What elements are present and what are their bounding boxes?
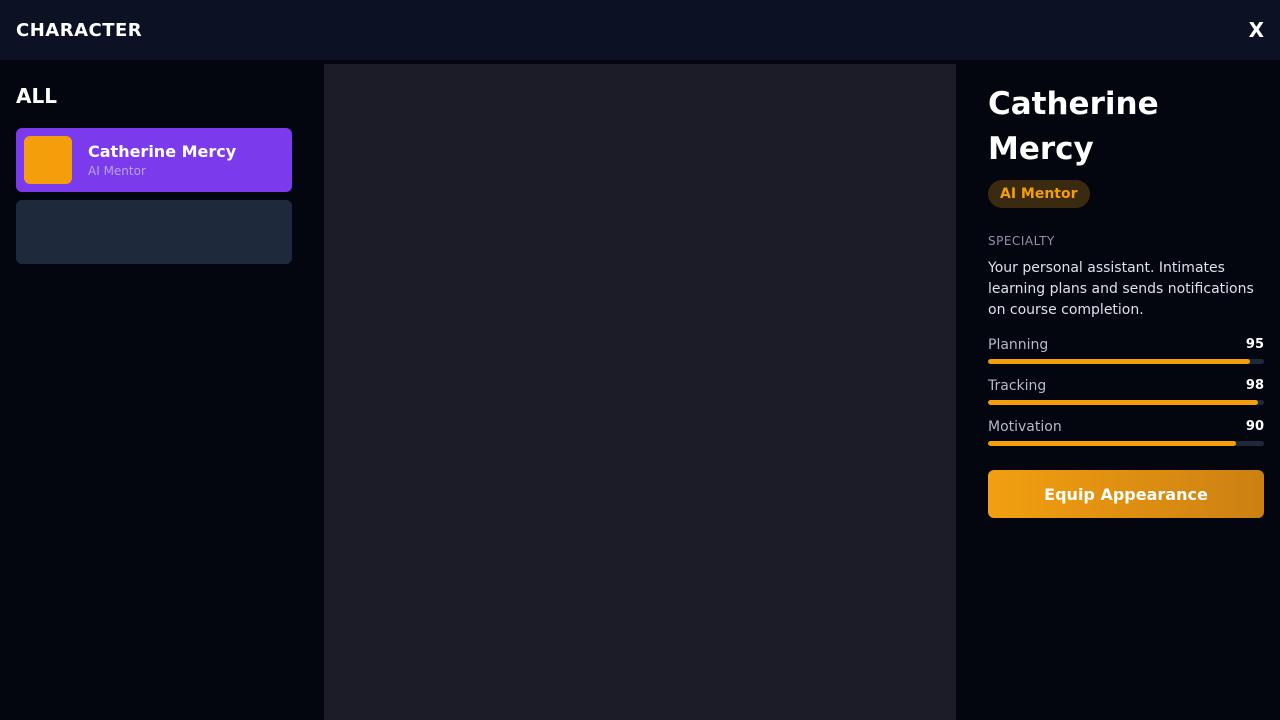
character-detail-panel: Catherine Mercy AI Mentor SPECIALTY Your…: [956, 64, 1280, 720]
character-card-role: AI Mentor: [88, 164, 146, 178]
stat-bar-track: [988, 441, 1264, 446]
specialty-description: Your personal assistant. Intimates learn…: [988, 260, 1254, 318]
character-card-catherine-mercy[interactable]: Catherine Mercy AI Mentor: [16, 128, 292, 192]
character-name: Catherine Mercy: [988, 86, 1159, 167]
stat-tracking: Tracking 98: [988, 378, 1264, 405]
close-button[interactable]: X: [1249, 18, 1264, 42]
stat-label: Tracking: [988, 378, 1047, 394]
equip-appearance-button[interactable]: Equip Appearance: [988, 470, 1264, 518]
character-card-text: Catherine Mercy AI Mentor: [88, 142, 236, 178]
stat-label: Planning: [988, 337, 1049, 353]
role-badge: AI Mentor: [988, 180, 1090, 208]
stat-bar-track: [988, 400, 1264, 405]
stat-value: 98: [1245, 378, 1264, 393]
page-title: CHARACTER: [16, 19, 143, 41]
stat-value: 90: [1245, 419, 1264, 434]
specialty-label: SPECIALTY: [988, 234, 1055, 248]
top-bar: CHARACTER X: [0, 0, 1280, 60]
stat-bar-track: [988, 359, 1264, 364]
character-list-panel: ALL Catherine Mercy AI Mentor: [0, 64, 324, 720]
stat-bar-fill: [988, 400, 1259, 405]
stat-bar-fill: [988, 359, 1251, 364]
stat-bar-fill: [988, 441, 1237, 446]
character-preview: [324, 64, 956, 720]
character-card-name: Catherine Mercy: [88, 142, 237, 161]
empty-character-slot[interactable]: [16, 200, 292, 264]
filter-title: ALL: [16, 84, 57, 108]
stat-label: Motivation: [988, 419, 1062, 435]
stat-value: 95: [1245, 337, 1264, 352]
stat-planning: Planning 95: [988, 337, 1264, 364]
avatar: [24, 136, 72, 184]
stat-motivation: Motivation 90: [988, 419, 1264, 446]
